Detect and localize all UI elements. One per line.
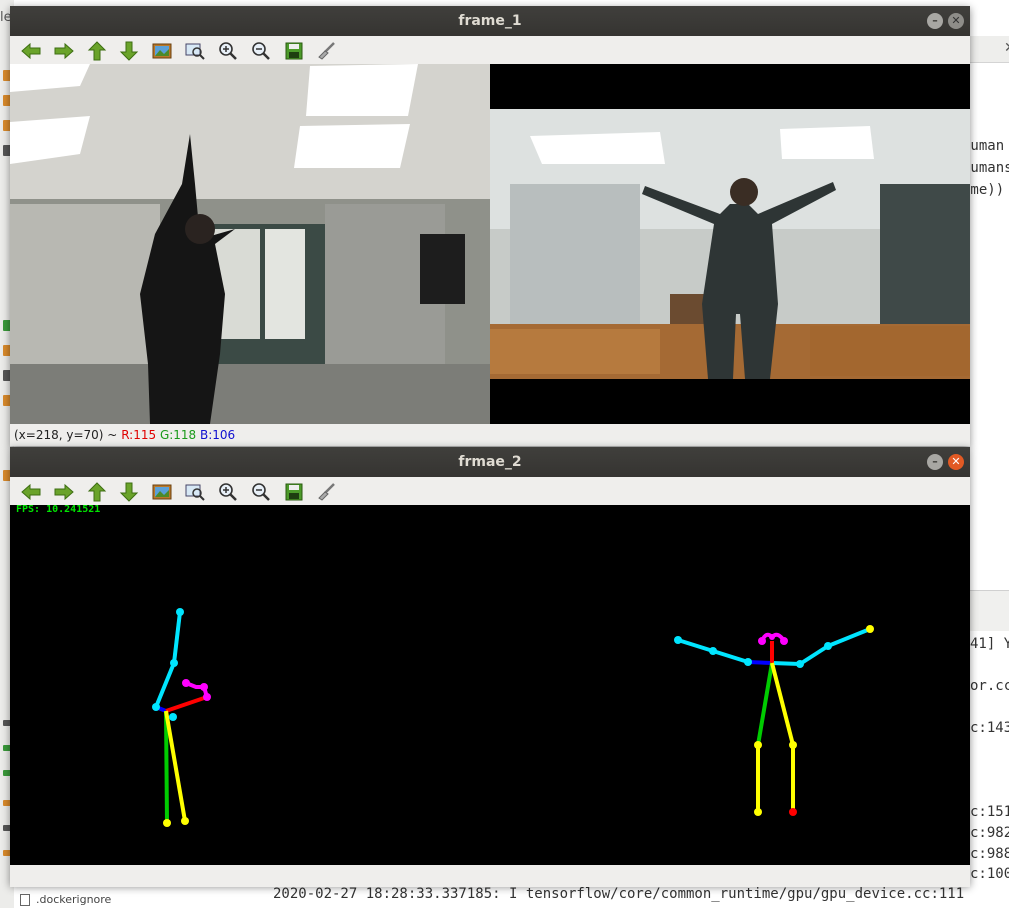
file-name: .dockerignore [36,893,112,906]
cursor-coordinates: (x=218, y=70) ~ [14,428,118,442]
minimize-button[interactable]: – [927,13,943,29]
frame-2-pose-view[interactable]: FPS: 10.241521 [10,505,970,865]
side-camera-image [10,64,490,424]
arrow-left-icon[interactable] [20,482,42,502]
close-button[interactable]: ✕ [948,13,964,29]
properties-brush-icon[interactable] [316,482,338,502]
terminal-line: c:151 [970,804,1009,820]
pixel-green-value: G:118 [159,428,197,442]
terminal-line: or.cc [970,678,1009,694]
zoom-in-icon[interactable] [217,482,239,502]
terminal-line: c:988 [970,846,1009,862]
minimize-button[interactable]: – [927,454,943,470]
window-title: frmae_2 [458,454,522,470]
arrow-up-icon[interactable] [86,41,108,61]
pose-skeleton-canvas [152,608,874,827]
pixel-status-bar [10,865,970,887]
terminal-line: 41] Y [970,636,1009,652]
pixel-status-bar: (x=218, y=70) ~ R:115 G:118 B:106 [10,424,970,446]
zoom-out-icon[interactable] [250,41,272,61]
properties-brush-icon[interactable] [316,41,338,61]
arrow-right-icon[interactable] [53,41,75,61]
tab-close-icon[interactable]: ✕ [1004,40,1009,56]
arrow-up-icon[interactable] [86,482,108,502]
image-toolbar [10,477,970,506]
terminal-line: c:982 [970,825,1009,841]
zoom-fit-icon[interactable] [184,41,206,61]
zoom-out-icon[interactable] [250,482,272,502]
close-button[interactable]: ✕ [948,454,964,470]
file-icon [20,894,30,906]
frame-2-window: frmae_2 – ✕ FPS: 10.241521 [10,447,970,887]
image-icon[interactable] [151,482,173,502]
file-tree-item[interactable]: .dockerignore [20,893,111,906]
skeleton-left [152,608,211,827]
save-icon[interactable] [283,41,305,61]
window-titlebar[interactable]: frame_1 – ✕ [10,6,970,36]
ide-panel-divider [968,590,1009,631]
frame-1-image-view[interactable] [10,64,970,424]
pixel-blue-value: B:106 [200,428,236,442]
terminal-line: 2020-02-27 18:28:33.337185: I tensorflow… [273,886,965,902]
frame-1-window: frame_1 – ✕ (x=218, y=70) ~ R:115 G:118 … [10,6,970,446]
ide-tab-bar[interactable] [968,36,1009,63]
window-titlebar[interactable]: frmae_2 – ✕ [10,447,970,477]
front-camera-image [490,64,970,424]
zoom-in-icon[interactable] [217,41,239,61]
skeleton-right [674,625,874,816]
zoom-fit-icon[interactable] [184,482,206,502]
save-icon[interactable] [283,482,305,502]
arrow-right-icon[interactable] [53,482,75,502]
pixel-red-value: R:115 [121,428,157,442]
arrow-down-icon[interactable] [118,41,140,61]
arrow-left-icon[interactable] [20,41,42,61]
arrow-down-icon[interactable] [118,482,140,502]
terminal-line: c:143 [970,720,1009,736]
image-toolbar [10,36,970,65]
window-title: frame_1 [458,13,522,29]
image-icon[interactable] [151,41,173,61]
